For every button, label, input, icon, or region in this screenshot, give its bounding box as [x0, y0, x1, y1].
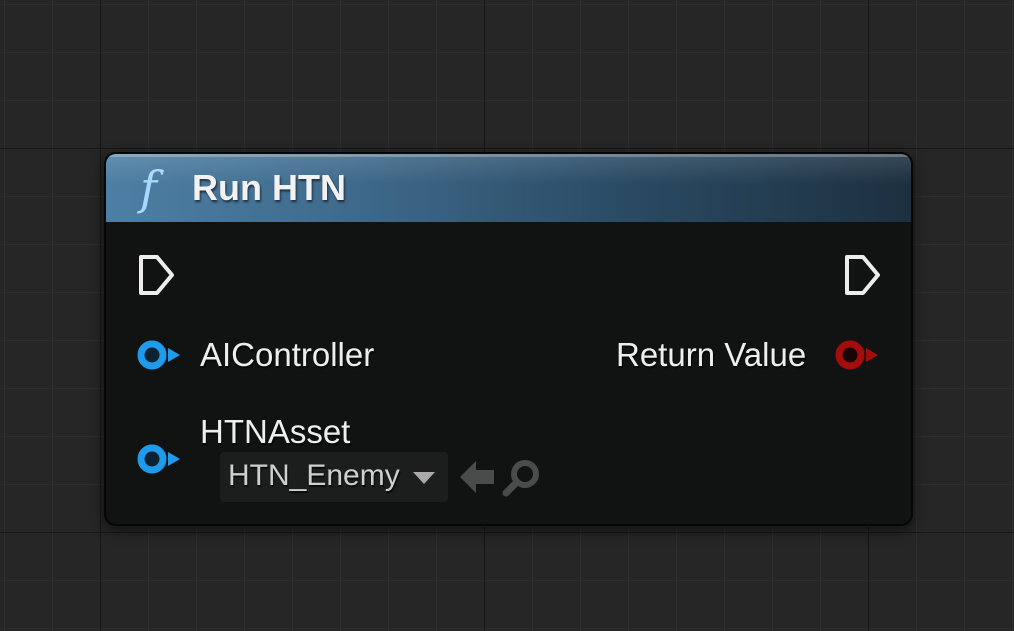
object-pin-icon	[137, 340, 180, 370]
htn-asset-pin[interactable]	[136, 444, 184, 474]
exec-pin-icon	[139, 255, 174, 295]
exec-pin-icon	[845, 255, 880, 295]
return-value-label: Return Value	[616, 336, 807, 373]
function-icon: f	[140, 161, 158, 215]
htn-asset-label: HTNAsset	[200, 413, 351, 450]
run-htn-node[interactable]: f Run HTN AIController Return Value HTNA…	[104, 152, 913, 526]
htn-asset-picker[interactable]: HTN_Enemy	[220, 452, 448, 502]
exec-output-pin[interactable]	[844, 254, 882, 296]
back-arrow-icon[interactable]	[458, 459, 496, 495]
chevron-down-icon[interactable]	[412, 471, 436, 485]
search-icon[interactable]	[502, 458, 542, 498]
object-pin-icon	[137, 444, 180, 474]
htn-asset-value: HTN_Enemy	[228, 459, 400, 492]
node-header[interactable]: f Run HTN	[106, 154, 911, 222]
exec-input-pin[interactable]	[138, 254, 176, 296]
object-pin-icon	[835, 340, 878, 370]
ai-controller-pin[interactable]	[136, 340, 184, 370]
node-title: Run HTN	[192, 167, 346, 208]
return-value-pin[interactable]	[834, 340, 882, 370]
ai-controller-label: AIController	[200, 336, 375, 373]
